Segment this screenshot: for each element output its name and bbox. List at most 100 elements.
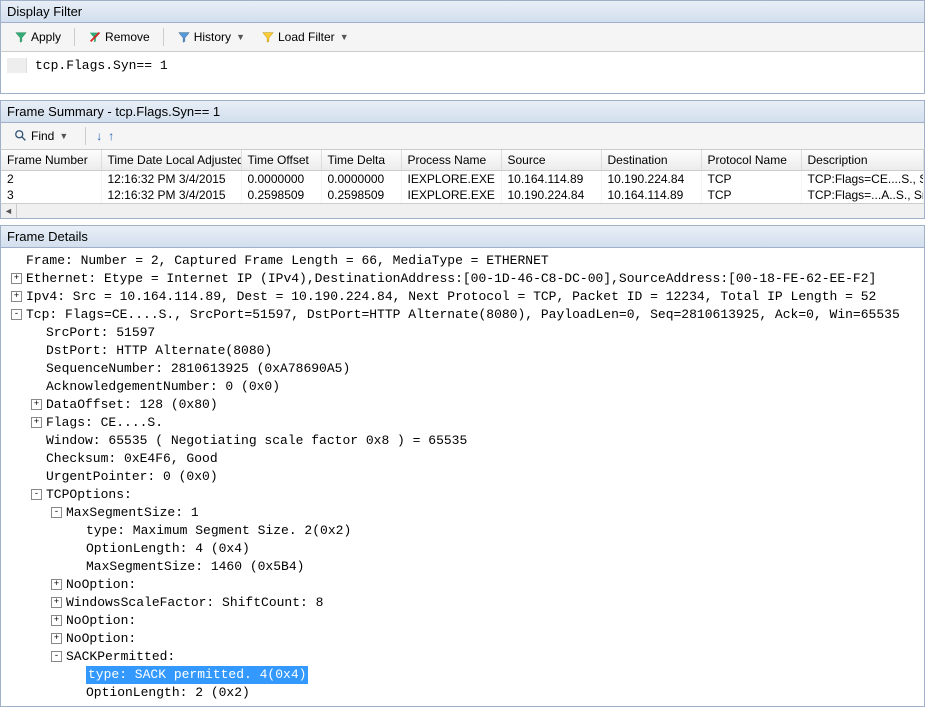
tree-node-text: Flags: CE....S. (46, 414, 163, 432)
tree-node-text: Window: 65535 ( Negotiating scale factor… (46, 432, 467, 450)
cell: TCP:Flags=...A..S., SrcPort=HTTP Alterna… (801, 187, 924, 203)
expand-icon[interactable]: + (31, 417, 42, 428)
column-header[interactable]: Source (501, 150, 601, 171)
expand-icon[interactable]: + (51, 579, 62, 590)
tree-node[interactable]: type: SACK permitted. 4(0x4) (3, 666, 922, 684)
cell: 0.0000000 (321, 171, 401, 188)
scroll-left-icon[interactable]: ◄ (1, 204, 17, 218)
collapse-icon[interactable]: - (11, 309, 22, 320)
tree-node-text: type: Maximum Segment Size. 2(0x2) (86, 522, 351, 540)
horizontal-scrollbar[interactable]: ◄ (0, 203, 925, 219)
column-header[interactable]: Destination (601, 150, 701, 171)
find-icon (14, 129, 28, 143)
column-header[interactable]: Protocol Name (701, 150, 801, 171)
expand-icon[interactable]: + (51, 597, 62, 608)
frame-summary-grid[interactable]: Frame NumberTime Date Local AdjustedTime… (0, 150, 925, 203)
column-header[interactable]: Time Offset (241, 150, 321, 171)
collapse-icon[interactable]: - (51, 507, 62, 518)
collapse-icon[interactable]: - (51, 651, 62, 662)
tree-node[interactable]: + Ethernet: Etype = Internet IP (IPv4),De… (3, 270, 922, 288)
tree-node-text: Checksum: 0xE4F6, Good (46, 450, 218, 468)
tree-node-text: SrcPort: 51597 (46, 324, 155, 342)
tree-node[interactable]: + NoOption: (3, 576, 922, 594)
filter-expression-box[interactable]: tcp.Flags.Syn== 1 (0, 52, 925, 94)
filter-expression-text[interactable]: tcp.Flags.Syn== 1 (35, 58, 168, 73)
column-header[interactable]: Frame Number (1, 150, 101, 171)
cell: 0.0000000 (241, 171, 321, 188)
table-row[interactable]: 212:16:32 PM 3/4/20150.00000000.0000000I… (1, 171, 924, 188)
cell: 3 (1, 187, 101, 203)
expand-icon[interactable]: + (31, 399, 42, 410)
tree-node-text: UrgentPointer: 0 (0x0) (46, 468, 218, 486)
tree-node[interactable]: -SACKPermitted: (3, 648, 922, 666)
tree-node[interactable]: -MaxSegmentSize: 1 (3, 504, 922, 522)
separator (74, 28, 75, 46)
history-button[interactable]: History ▼ (170, 27, 252, 47)
expand-icon[interactable]: + (51, 615, 62, 626)
tree-node[interactable]: OptionLength: 4 (0x4) (3, 540, 922, 558)
tree-node[interactable]: -TCPOptions: (3, 486, 922, 504)
chevron-down-icon: ▼ (340, 32, 349, 42)
apply-label: Apply (31, 30, 61, 44)
tree-node[interactable]: Checksum: 0xE4F6, Good (3, 450, 922, 468)
tree-node[interactable]: Frame: Number = 2, Captured Frame Length… (3, 252, 922, 270)
tree-node[interactable]: -Tcp: Flags=CE....S., SrcPort=51597, Dst… (3, 306, 922, 324)
frame-details-tree[interactable]: Frame: Number = 2, Captured Frame Length… (0, 248, 925, 707)
cell: TCP (701, 187, 801, 203)
tree-node[interactable]: UrgentPointer: 0 (0x0) (3, 468, 922, 486)
collapse-icon[interactable]: - (31, 489, 42, 500)
tree-node[interactable]: MaxSegmentSize: 1460 (0x5B4) (3, 558, 922, 576)
expand-icon[interactable]: + (11, 273, 22, 284)
tree-node-text: type: SACK permitted. 4(0x4) (86, 666, 308, 684)
display-filter-toolbar: Apply Remove History ▼ Load Filter ▼ (0, 23, 925, 52)
column-header[interactable]: Process Name (401, 150, 501, 171)
frame-summary-header: Frame Summary - tcp.Flags.Syn== 1 (0, 100, 925, 123)
remove-button[interactable]: Remove (81, 27, 157, 47)
column-header[interactable]: Description (801, 150, 924, 171)
tree-node[interactable]: SrcPort: 51597 (3, 324, 922, 342)
tree-node-text: DstPort: HTTP Alternate(8080) (46, 342, 272, 360)
arrow-up-icon[interactable]: ↑ (108, 129, 114, 143)
load-filter-icon (261, 30, 275, 44)
apply-button[interactable]: Apply (7, 27, 68, 47)
arrow-down-icon[interactable]: ↓ (96, 129, 102, 143)
separator (163, 28, 164, 46)
column-header[interactable]: Time Date Local Adjusted (101, 150, 241, 171)
editor-gutter (7, 58, 27, 73)
tree-node[interactable]: OptionLength: 2 (0x2) (3, 684, 922, 702)
tree-node[interactable]: AcknowledgementNumber: 0 (0x0) (3, 378, 922, 396)
apply-icon (14, 30, 28, 44)
tree-node-text: MaxSegmentSize: 1460 (0x5B4) (86, 558, 304, 576)
tree-node[interactable]: +WindowsScaleFactor: ShiftCount: 8 (3, 594, 922, 612)
find-toolbar: Find ▼ ↓ ↑ (0, 123, 925, 150)
tree-node[interactable]: Window: 65535 ( Negotiating scale factor… (3, 432, 922, 450)
cell: 2 (1, 171, 101, 188)
table-row[interactable]: 312:16:32 PM 3/4/20150.25985090.2598509I… (1, 187, 924, 203)
tree-node-text: OptionLength: 2 (0x2) (86, 684, 250, 702)
tree-node-text: Ethernet: Etype = Internet IP (IPv4),Des… (26, 270, 876, 288)
tree-node[interactable]: +DataOffset: 128 (0x80) (3, 396, 922, 414)
tree-node-text: NoOption: (66, 576, 136, 594)
tree-node[interactable]: + Flags: CE....S. (3, 414, 922, 432)
cell: IEXPLORE.EXE (401, 187, 501, 203)
tree-node-text: Frame: Number = 2, Captured Frame Length… (26, 252, 549, 270)
expand-icon[interactable]: + (11, 291, 22, 302)
expand-icon[interactable]: + (51, 633, 62, 644)
tree-node[interactable]: +NoOption: (3, 630, 922, 648)
separator (85, 127, 86, 145)
column-header[interactable]: Time Delta (321, 150, 401, 171)
cell: 0.2598509 (321, 187, 401, 203)
tree-node[interactable]: DstPort: HTTP Alternate(8080) (3, 342, 922, 360)
tree-node-text: Ipv4: Src = 10.164.114.89, Dest = 10.190… (26, 288, 876, 306)
tree-node[interactable]: +NoOption: (3, 612, 922, 630)
tree-node[interactable]: type: Maximum Segment Size. 2(0x2) (3, 522, 922, 540)
load-filter-button[interactable]: Load Filter ▼ (254, 27, 356, 47)
tree-node-text: AcknowledgementNumber: 0 (0x0) (46, 378, 280, 396)
cell: TCP (701, 171, 801, 188)
tree-node[interactable]: + Ipv4: Src = 10.164.114.89, Dest = 10.19… (3, 288, 922, 306)
tree-node[interactable]: SequenceNumber: 2810613925 (0xA78690A5) (3, 360, 922, 378)
history-label: History (194, 30, 231, 44)
find-button[interactable]: Find ▼ (7, 126, 75, 146)
tree-node-text: TCPOptions: (46, 486, 132, 504)
find-label: Find (31, 129, 54, 143)
